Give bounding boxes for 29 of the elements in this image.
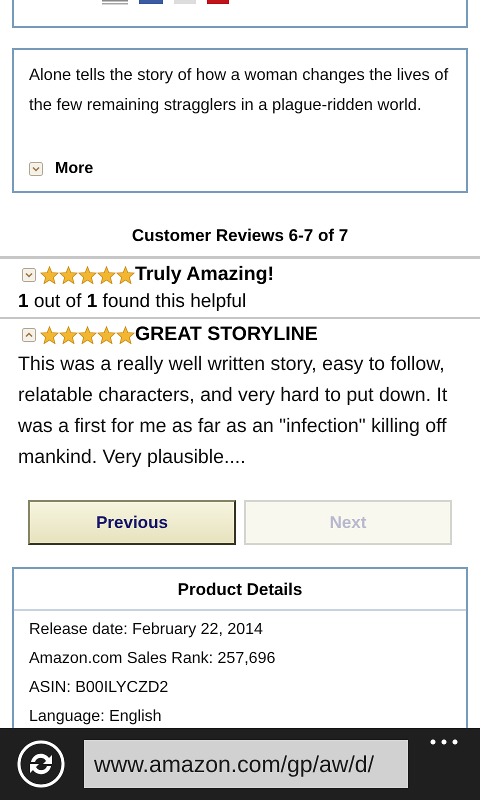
detail-row-text: Release date: February 22, 2014 (29, 620, 264, 640)
previous-button[interactable]: Previous (28, 500, 236, 545)
review-text: This was a really well written story, easy to follow, relatable characters, and very hard to put down. It was a first for me as far as an "infection" killing off mankind. Very plausible.... (18, 352, 448, 470)
star-icon (116, 266, 135, 284)
product-details-title: Product Details (14, 569, 466, 611)
expand-icon[interactable] (22, 268, 36, 282)
review-title[interactable]: Truly Amazing! (135, 260, 274, 290)
star-icon (40, 266, 59, 284)
reviews-heading: Customer Reviews 6-7 of 7 (130, 225, 350, 247)
more-options-icon[interactable] (430, 739, 458, 745)
address-field[interactable]: www.amazon.com/gp/aw/d/ (84, 740, 408, 788)
star-icon (78, 326, 97, 344)
review-title[interactable]: GREAT STORYLINE (135, 320, 318, 350)
detail-row-text: Amazon.com Sales Rank: 257,696 (29, 649, 276, 669)
collapse-icon[interactable] (22, 328, 36, 342)
expand-icon[interactable] (29, 162, 43, 176)
detail-row-text: ASIN: B00ILYCZD2 (29, 678, 170, 698)
star-icon (78, 266, 97, 284)
star-icon (59, 266, 78, 284)
refresh-icon[interactable] (17, 740, 65, 788)
star-icon (59, 326, 78, 344)
star-icon (97, 266, 116, 284)
more-toggle[interactable]: More (29, 157, 451, 181)
star-icon (97, 326, 116, 344)
star-icon (116, 326, 135, 344)
description-text: Alone tells the story of how a woman changes the lives of the few remaining stragglers in a plague-ridden world. (29, 65, 450, 116)
star-icon (40, 326, 59, 344)
helpful-count: 1 out of 1 found this helpful (18, 290, 248, 314)
detail-row-text: Language: English (29, 707, 163, 727)
